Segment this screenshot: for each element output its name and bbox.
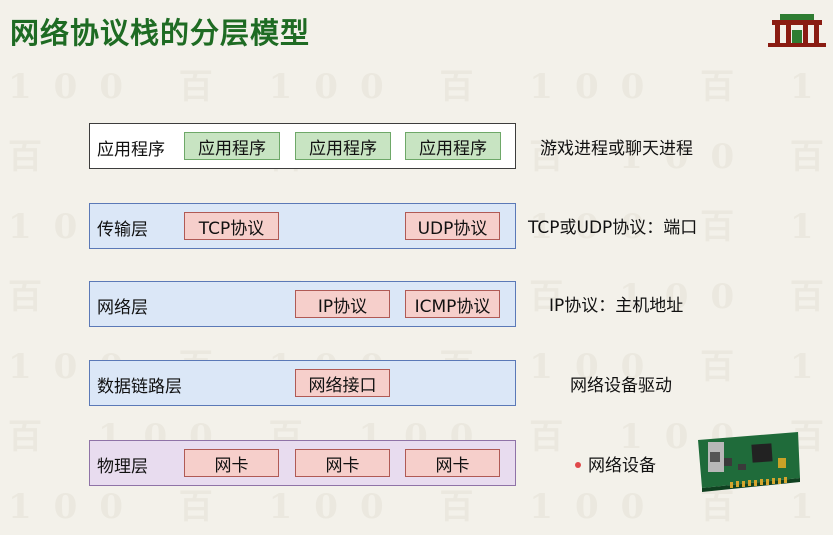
layer-physical: 物理层 网卡 网卡 网卡 (89, 440, 516, 486)
layer-name-physical: 物理层 (97, 457, 148, 477)
app-box-3: 应用程序 (405, 132, 501, 160)
desc-transport: TCP或UDP协议：端口 (528, 218, 698, 238)
desc-network: IP协议：主机地址 (549, 296, 684, 316)
layer-name-network: 网络层 (97, 298, 148, 318)
desc-physical: 网络设备 (588, 456, 656, 476)
slide-title: 网络协议栈的分层模型 (10, 16, 311, 50)
nic-box-1: 网卡 (184, 449, 279, 477)
app-box-2: 应用程序 (295, 132, 391, 160)
desc-data-link: 网络设备驱动 (570, 376, 672, 396)
layer-name-data-link: 数据链路层 (97, 377, 182, 397)
app-box-1: 应用程序 (184, 132, 280, 160)
udp-protocol-box: UDP协议 (405, 212, 500, 240)
layer-name-transport: 传输层 (97, 220, 148, 240)
icmp-protocol-box: ICMP协议 (405, 290, 500, 318)
desc-application: 游戏进程或聊天进程 (540, 139, 693, 159)
layer-name-application: 应用程序 (97, 140, 165, 160)
ip-protocol-box: IP协议 (295, 290, 390, 318)
layer-transport: 传输层 TCP协议 UDP协议 (89, 203, 516, 249)
nic-box-2: 网卡 (295, 449, 390, 477)
network-interface-box: 网络接口 (295, 369, 390, 397)
tcp-protocol-box: TCP协议 (184, 212, 279, 240)
bullet-dot-icon (575, 462, 581, 468)
nic-box-3: 网卡 (405, 449, 500, 477)
layer-network: 网络层 IP协议 ICMP协议 (89, 281, 516, 327)
network-card-image (698, 432, 800, 492)
layer-application: 应用程序 应用程序 应用程序 应用程序 (89, 123, 516, 169)
layer-data-link: 数据链路层 网络接口 (89, 360, 516, 406)
university-logo-icon (768, 14, 826, 47)
